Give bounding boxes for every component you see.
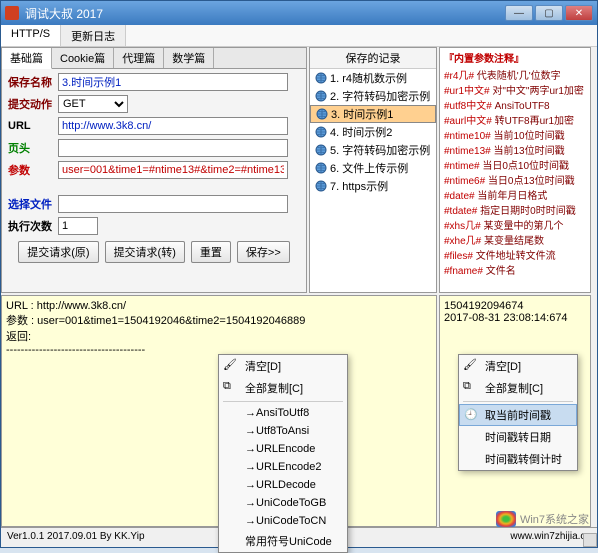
menu-copyall[interactable]: ⧉全部复制[C] — [219, 377, 347, 399]
tab-http[interactable]: HTTP/S — [1, 25, 61, 46]
menu-item[interactable]: →Utf8ToAnsi — [219, 422, 347, 440]
menu-item[interactable]: 常用符号UniCode — [219, 530, 347, 552]
action-select[interactable]: GET — [58, 95, 128, 113]
reference-line: #aurl中文# 转UTF8再ur1加密 — [440, 112, 590, 127]
submit-orig-button[interactable]: 提交请求(原) — [18, 241, 98, 263]
reference-line: #utf8中文# AnsiToUTF8 — [440, 97, 590, 112]
reference-line: #ntime6# 当日0点13位时间戳 — [440, 172, 590, 187]
response-left[interactable]: URL : http://www.3k8.cn/ 参数 : user=001&t… — [1, 295, 437, 527]
record-item[interactable]: 7. https示例 — [310, 177, 436, 195]
menu2-copyall[interactable]: ⧉全部复制[C] — [459, 377, 577, 399]
datetime-value: 2017-08-31 23:08:14:674 — [444, 312, 586, 324]
url-input[interactable] — [58, 117, 288, 135]
reference-line: #tdate# 指定日期时0时时间戳 — [440, 202, 590, 217]
menu2-todate[interactable]: 时间戳转日期 — [459, 426, 577, 448]
reference-line: #ntime10# 当前10位时间戳 — [440, 127, 590, 142]
globe-icon — [314, 71, 328, 85]
globe-icon — [314, 125, 328, 139]
url-label: URL — [8, 120, 58, 132]
records-pane: 保存的记录 1. r4随机数示例2. 字符转码加密示例3. 时间示例14. 时间… — [309, 47, 437, 293]
count-input[interactable] — [58, 217, 98, 235]
file-label: 选择文件 — [8, 196, 58, 212]
globe-icon — [314, 143, 328, 157]
header-input[interactable] — [58, 139, 288, 157]
globe-icon — [314, 161, 328, 175]
menu2-countdown[interactable]: 时间戳转倒计时 — [459, 448, 577, 470]
copy-icon: ⧉ — [463, 380, 477, 394]
reference-line: #date# 当前年月日格式 — [440, 187, 590, 202]
tab-math[interactable]: 数学篇 — [164, 48, 214, 68]
file-input[interactable] — [58, 195, 288, 213]
save-name-label: 保存名称 — [8, 74, 58, 90]
record-item[interactable]: 3. 时间示例1 — [310, 105, 436, 123]
reference-line: #files# 文件地址转文件流 — [440, 247, 590, 262]
tab-cookie[interactable]: Cookie篇 — [52, 48, 114, 68]
close-button[interactable]: ✕ — [565, 5, 593, 21]
resp-url: URL : http://www.3k8.cn/ — [6, 300, 432, 312]
titlebar[interactable]: 调试大叔 2017 — ▢ ✕ — [1, 1, 597, 25]
menu-clear[interactable]: 🖌清空[D] — [219, 355, 347, 377]
menu-item[interactable]: →UniCodeToCN — [219, 512, 347, 530]
watermark: Win7系统之家 — [496, 511, 589, 527]
menu-item[interactable]: →URLEncode — [219, 440, 347, 458]
record-item[interactable]: 6. 文件上传示例 — [310, 159, 436, 177]
response-right[interactable]: 1504192094674 2017-08-31 23:08:14:674 🖌清… — [439, 295, 591, 527]
param-input[interactable] — [58, 161, 288, 179]
save-name-input[interactable] — [58, 73, 288, 91]
menu-item[interactable]: →URLEncode2 — [219, 458, 347, 476]
reset-button[interactable]: 重置 — [191, 241, 231, 263]
record-item[interactable]: 4. 时间示例2 — [310, 123, 436, 141]
reference-pane: 『内置参数注释』 #r4几# 代表随机'几'位数字#ur1中文# 对"中文"两字… — [439, 47, 591, 293]
menu-item[interactable]: →AnsiToUtf8 — [219, 404, 347, 422]
record-item[interactable]: 1. r4随机数示例 — [310, 69, 436, 87]
menu2-clear[interactable]: 🖌清空[D] — [459, 355, 577, 377]
record-item[interactable]: 2. 字符转码加密示例 — [310, 87, 436, 105]
reference-line: #fname# 文件名 — [440, 262, 590, 277]
context-menu-left: 🖌清空[D] ⧉全部复制[C] →AnsiToUtf8→Utf8ToAnsi→U… — [218, 354, 348, 553]
top-tabs: HTTP/S 更新日志 — [1, 25, 597, 47]
menu2-now[interactable]: 🕘取当前时间戳 — [459, 404, 577, 426]
globe-icon — [315, 107, 329, 121]
tab-proxy[interactable]: 代理篇 — [114, 48, 164, 68]
context-menu-right: 🖌清空[D] ⧉全部复制[C] 🕘取当前时间戳 时间戳转日期 时间戳转倒计时 — [458, 354, 578, 471]
menu-item[interactable]: →URLDecode — [219, 476, 347, 494]
resp-param: 参数 : user=001&time1=1504192046&time2=150… — [6, 312, 432, 328]
window-title: 调试大叔 2017 — [25, 5, 505, 22]
reference-line: #xhe几# 某变量结尾数 — [440, 232, 590, 247]
reference-line: #ur1中文# 对"中文"两字ur1加密 — [440, 82, 590, 97]
record-item[interactable]: 5. 字符转码加密示例 — [310, 141, 436, 159]
tab-changelog[interactable]: 更新日志 — [61, 25, 126, 46]
submit-trans-button[interactable]: 提交请求(转) — [105, 241, 185, 263]
brush-icon: 🖌 — [223, 358, 237, 372]
globe-icon — [314, 179, 328, 193]
version-text: Ver1.0.1 2017.09.01 By KK.Yip — [7, 531, 145, 542]
menu-item[interactable]: →UniCodeToGB — [219, 494, 347, 512]
reference-line: #ntime13# 当前13位时间戳 — [440, 142, 590, 157]
app-icon — [5, 6, 19, 20]
maximize-button[interactable]: ▢ — [535, 5, 563, 21]
tab-basic[interactable]: 基础篇 — [2, 48, 52, 69]
save-button[interactable]: 保存>> — [237, 241, 290, 263]
copy-icon: ⧉ — [223, 380, 237, 394]
minimize-button[interactable]: — — [505, 5, 533, 21]
reference-line: #xhs几# 某变量中的第几个 — [440, 217, 590, 232]
resp-return: 返回: — [6, 328, 432, 344]
header-label: 页头 — [8, 140, 58, 156]
reference-title: 『内置参数注释』 — [440, 48, 590, 67]
param-label: 参数 — [8, 162, 58, 178]
site-text: www.win7zhijia.cn — [510, 531, 591, 542]
reference-line: #r4几# 代表随机'几'位数字 — [440, 67, 590, 82]
records-title: 保存的记录 — [310, 48, 436, 69]
reference-line: #ntime# 当日0点10位时间戳 — [440, 157, 590, 172]
clock-icon: 🕘 — [464, 408, 478, 422]
count-label: 执行次数 — [8, 218, 58, 234]
action-label: 提交动作 — [8, 96, 58, 112]
timestamp-value: 1504192094674 — [444, 300, 586, 312]
globe-icon — [314, 89, 328, 103]
win7-flag-icon — [496, 511, 516, 527]
form-pane: 基础篇 Cookie篇 代理篇 数学篇 保存名称 提交动作 GET URL — [1, 47, 307, 293]
brush-icon: 🖌 — [463, 358, 477, 372]
app-window: 调试大叔 2017 — ▢ ✕ HTTP/S 更新日志 基础篇 Cookie篇 … — [0, 0, 598, 548]
